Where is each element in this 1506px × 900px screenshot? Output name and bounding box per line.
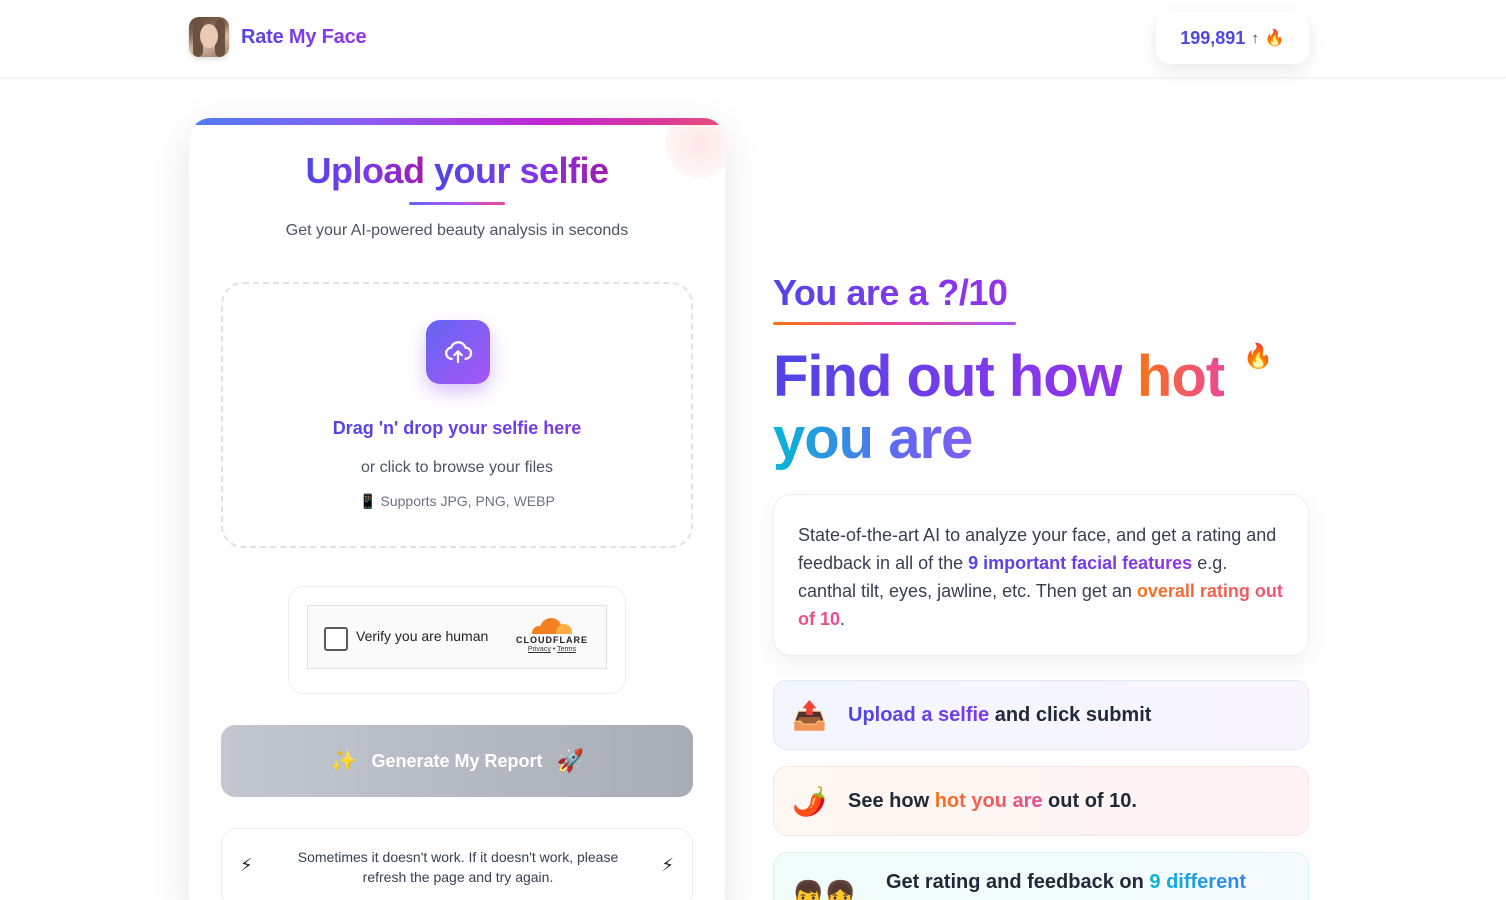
boy-girl-icon: 👦👧 xyxy=(792,879,857,900)
lightning-icon: ⚡ xyxy=(240,855,253,875)
description-period: . xyxy=(840,609,846,629)
phone-icon: 📱 xyxy=(359,493,377,509)
step-hotness: 🌶️ See how hot you are out of 10. xyxy=(773,766,1309,836)
selfie-dropzone[interactable]: Drag 'n' drop your selfie here or click … xyxy=(221,282,693,548)
rating-underline xyxy=(773,322,1016,325)
hero-line2: you are xyxy=(773,408,995,470)
dropzone-browse-text: or click to browse your files xyxy=(360,459,554,476)
terms-link[interactable]: Terms xyxy=(557,646,576,653)
cloudflare-turnstile: Verify you are human CLOUDFLARE Privacy … xyxy=(307,605,607,669)
counter-value: 199,891 xyxy=(1180,27,1246,48)
outbox-tray-icon: 📤 xyxy=(792,699,827,731)
arrow-up-icon: ↑ xyxy=(1251,29,1259,47)
step-upload: 📤 Upload a selfie and click submit xyxy=(773,680,1309,750)
upload-title: Upload your selfie xyxy=(189,150,725,192)
generate-report-button[interactable]: ✨ Generate My Report 🚀 xyxy=(221,725,693,797)
captcha-container: Verify you are human CLOUDFLARE Privacy … xyxy=(288,586,626,694)
fire-icon: 🔥 xyxy=(1243,343,1273,370)
description-features-highlight: 9 important facial features xyxy=(968,553,1193,573)
cloud-upload-icon[interactable] xyxy=(426,320,490,384)
hero-hot-word: hot xyxy=(1136,344,1225,409)
dropzone-main-text: Drag 'n' drop your selfie here xyxy=(332,418,582,438)
hero-line1: Find out how xyxy=(773,344,1123,409)
refresh-notice: ⚡ Sometimes it doesn't work. If it doesn… xyxy=(221,828,693,900)
card-gradient-bar xyxy=(189,118,725,125)
privacy-link[interactable]: Privacy xyxy=(528,646,551,653)
formats-text: Supports JPG, PNG, WEBP xyxy=(380,493,555,509)
lightning-icon: ⚡ xyxy=(661,855,674,875)
top-header: Rate My Face 199,891 ↑ 🔥 xyxy=(0,0,1506,78)
step-upload-text: and click submit xyxy=(989,703,1152,726)
rocket-icon: 🚀 xyxy=(556,748,584,773)
rating-heading: You are a ?/10 xyxy=(773,272,1008,313)
description-card: State-of-the-art AI to analyze your face… xyxy=(773,494,1309,656)
upload-title-part2: your selfie xyxy=(433,150,609,191)
supported-formats: 📱 Supports JPG, PNG, WEBP xyxy=(223,493,691,510)
notice-text: Sometimes it doesn't work. If it doesn't… xyxy=(297,849,619,885)
cloudflare-logo: CLOUDFLARE Privacy • Terms xyxy=(512,618,592,653)
fire-icon: 🔥 xyxy=(1264,30,1285,47)
title-underline xyxy=(409,202,505,205)
cloudflare-links: Privacy • Terms xyxy=(512,646,592,653)
cloudflare-cloud-icon xyxy=(530,618,574,634)
step-hotness-highlight: hot you are xyxy=(934,789,1043,812)
upload-card: Upload your selfie Get your AI-powered b… xyxy=(189,118,725,900)
link-separator: • xyxy=(552,646,556,653)
brand-logo-link[interactable]: Rate My Face xyxy=(189,17,367,57)
step-features-prefix: Get rating and feedback on xyxy=(886,871,1150,893)
step-features-highlight: 9 different xyxy=(1149,871,1247,893)
hero-headline: Find out how hot you are xyxy=(773,344,1225,470)
brand-name: Rate My Face xyxy=(241,25,367,48)
sparkles-icon: ✨ xyxy=(330,748,358,773)
step-hotness-prefix: See how xyxy=(848,789,935,812)
hot-pepper-icon: 🌶️ xyxy=(792,785,827,817)
step-features: 👦👧 Get rating and feedback on 9 differen… xyxy=(773,852,1309,900)
step-upload-highlight: Upload a selfie xyxy=(848,703,990,726)
brand-avatar xyxy=(189,17,229,57)
upload-title-part1: Upload xyxy=(305,150,425,191)
rating-counter-badge: 199,891 ↑ 🔥 xyxy=(1156,12,1309,64)
captcha-label: Verify you are human xyxy=(356,628,489,644)
step-hotness-text: out of 10. xyxy=(1042,789,1137,812)
captcha-checkbox[interactable] xyxy=(324,627,348,651)
cloudflare-name: CLOUDFLARE xyxy=(516,635,588,645)
upload-subtitle: Get your AI-powered beauty analysis in s… xyxy=(285,222,629,239)
generate-report-label: Generate My Report xyxy=(371,750,543,771)
